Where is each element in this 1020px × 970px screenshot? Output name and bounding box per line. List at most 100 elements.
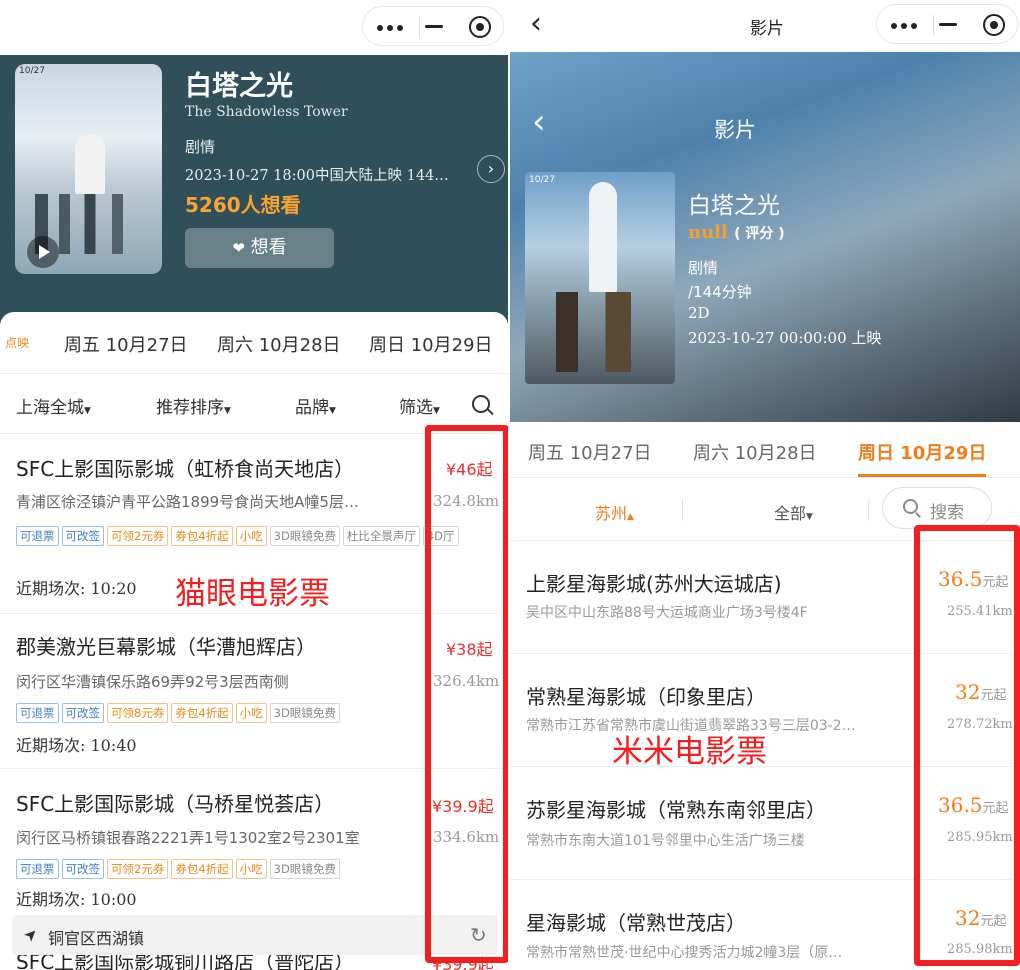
search-box[interactable]: 搜索 [882, 487, 992, 529]
left-price-highlight [425, 425, 508, 963]
cinema-address: 常熟市东南大道101号邻里中心生活广场三楼 [526, 833, 805, 849]
filter-more[interactable]: 筛选▼ [399, 393, 440, 418]
cinema-name: SFC上影国际影城（马桥星悦荟店） [16, 792, 335, 816]
location-text: 铜官区西湖镇 [48, 929, 145, 948]
cinema-tags: 可退票 可改签 可领8元券 券包4折起 小吃 3D眼镜免费 [16, 702, 486, 723]
filter-sort[interactable]: 推荐排序▼ [156, 393, 231, 418]
movie-detail-arrow[interactable]: › [477, 155, 505, 183]
want-button[interactable]: ❤ 想看 [185, 228, 334, 268]
tag-refund: 可退票 [16, 526, 59, 546]
city-filter[interactable]: 苏州▲ [595, 500, 634, 524]
close-circle-icon[interactable] [469, 16, 491, 38]
right-price-highlight [914, 525, 1020, 966]
tag-coupon: 可领8元券 [107, 703, 169, 723]
location-arrow-icon: ➤ [19, 923, 43, 946]
cinema-showtime: 近期场次: 10:00 [16, 890, 137, 909]
maoyan-annotation: 猫眼电影票 [175, 576, 330, 612]
tag-refund: 可退票 [16, 859, 59, 879]
filter-city[interactable]: 上海全城▼ [16, 393, 91, 418]
movie-title: 白塔之光 [688, 193, 780, 219]
more-icon[interactable] [891, 23, 917, 29]
tag-3d-glasses: 3D眼镜免费 [269, 526, 340, 546]
divider [868, 499, 869, 521]
preview-badge: 点映 [5, 336, 30, 350]
header-back-icon[interactable]: ‹ [532, 102, 546, 142]
date-tab-fri[interactable]: 周五 10月27日 [64, 331, 188, 357]
caret-down-icon: ▼ [224, 406, 231, 416]
want-count: 5260人想看 [185, 189, 301, 218]
close-circle-icon[interactable] [983, 14, 1005, 36]
date-tab-sun[interactable]: 周日 10月29日 [369, 331, 493, 357]
minimize-icon[interactable] [425, 25, 443, 28]
cinema-name: 上影星海影城(苏州大运城店) [526, 572, 782, 596]
mimi-annotation: 米米电影票 [612, 734, 767, 770]
date-tab-sat[interactable]: 周六 10月28日 [217, 331, 341, 357]
date-tab-sun-active[interactable]: 周日 10月29日 [858, 439, 986, 465]
divider [682, 499, 683, 521]
cinema-address: 吴中区中山东路88号大运城商业广场3号楼4F [526, 605, 808, 621]
search-placeholder: 搜索 [930, 503, 964, 523]
cinema-tags: 可退票 可改签 可领2元券 券包4折起 小吃 3D眼镜免费 [16, 858, 486, 879]
cinema-address: 青浦区徐泾镇沪青平公路1899号食尚天地A幢5层… [16, 493, 359, 511]
tag-snack: 小吃 [235, 703, 267, 723]
miniprogram-capsule[interactable] [876, 4, 1018, 44]
cinema-name: 郡美激光巨幕影城（华漕旭辉店） [16, 635, 316, 659]
poster-tower [589, 182, 617, 292]
cinema-address: 常熟市常熟世茂·世纪中心搜秀活力城2幢3层（原… [526, 945, 843, 961]
rating-value: null [688, 222, 728, 243]
movie-poster[interactable]: 10/27 [15, 64, 162, 274]
poster-cyclists [545, 292, 655, 372]
want-button-label: 想看 [250, 237, 287, 258]
tag-coupon: 可领2元券 [107, 526, 169, 546]
poster-date: 10/27 [19, 66, 45, 76]
active-tab-underline [858, 474, 986, 477]
poster-tower [75, 134, 105, 194]
cinema-name: 常熟星海影城（印象里店） [526, 685, 766, 709]
tag-snack: 小吃 [235, 859, 267, 879]
city-filter-label: 苏州 [595, 504, 628, 523]
scope-filter-label: 全部 [774, 504, 807, 523]
play-button[interactable] [27, 236, 59, 268]
date-tab-sat[interactable]: 周六 10月28日 [693, 439, 817, 465]
tag-snack: 小吃 [235, 526, 267, 546]
cinema-name: SFC上影国际影城（虹桥食尚天地店） [16, 457, 355, 481]
tag-change: 可改签 [61, 526, 104, 546]
date-tab-bar: 点映 周五 10月27日 周六 10月28日 周日 10月29日 [0, 312, 508, 374]
miniprogram-capsule[interactable] [362, 6, 504, 46]
tag-change: 可改签 [61, 859, 104, 879]
tag-package: 券包4折起 [171, 859, 233, 879]
movie-release: 2023-10-27 18:00中国大陆上映 144… [185, 168, 449, 184]
heart-icon: ❤ [232, 239, 245, 257]
nav-title: 影片 [750, 19, 784, 39]
more-icon[interactable] [377, 25, 403, 31]
movie-english-title: The Shadowless Tower [185, 104, 348, 120]
filter-brand-label: 品牌 [295, 398, 329, 418]
want-count-number: 5260 [185, 193, 241, 217]
tag-package: 券包4折起 [171, 526, 233, 546]
caret-down-icon: ▼ [806, 512, 813, 522]
header-title: 影片 [714, 118, 756, 142]
filter-brand[interactable]: 品牌▼ [295, 393, 336, 418]
filter-city-label: 上海全城 [16, 398, 84, 418]
cinema-showtime: 近期场次: 10:40 [16, 736, 137, 755]
maoyan-panel: 10/27 白塔之光 The Shadowless Tower 剧情 2023-… [0, 0, 508, 970]
movie-poster[interactable]: 10/27 [525, 172, 675, 384]
back-icon[interactable]: ‹ [530, 6, 542, 41]
date-tab-fri[interactable]: 周五 10月27日 [528, 439, 652, 465]
caret-up-icon: ▲ [627, 512, 634, 522]
minimize-icon[interactable] [939, 23, 957, 26]
caret-down-icon: ▼ [433, 406, 440, 416]
movie-title: 白塔之光 [185, 71, 293, 102]
cinema-tags: 可退票 可改签 可领2元券 券包4折起 小吃 3D眼镜免费 杜比全景声厅 4D厅 [16, 523, 486, 547]
movie-duration: /144分钟 [688, 283, 752, 301]
tag-package: 券包4折起 [171, 703, 233, 723]
filter-more-label: 筛选 [399, 398, 433, 418]
movie-genre: 剧情 [185, 138, 216, 156]
date-tab-bar: 周五 10月27日 周六 10月28日 周日 10月29日 [510, 422, 1020, 478]
filter-sort-label: 推荐排序 [156, 398, 224, 418]
cinema-name: 星海影城（常熟世茂店） [526, 911, 746, 935]
caret-down-icon: ▼ [329, 406, 336, 416]
scope-filter[interactable]: 全部▼ [774, 500, 813, 524]
chevron-right-icon: › [487, 159, 495, 178]
tag-refund: 可退票 [16, 703, 59, 723]
